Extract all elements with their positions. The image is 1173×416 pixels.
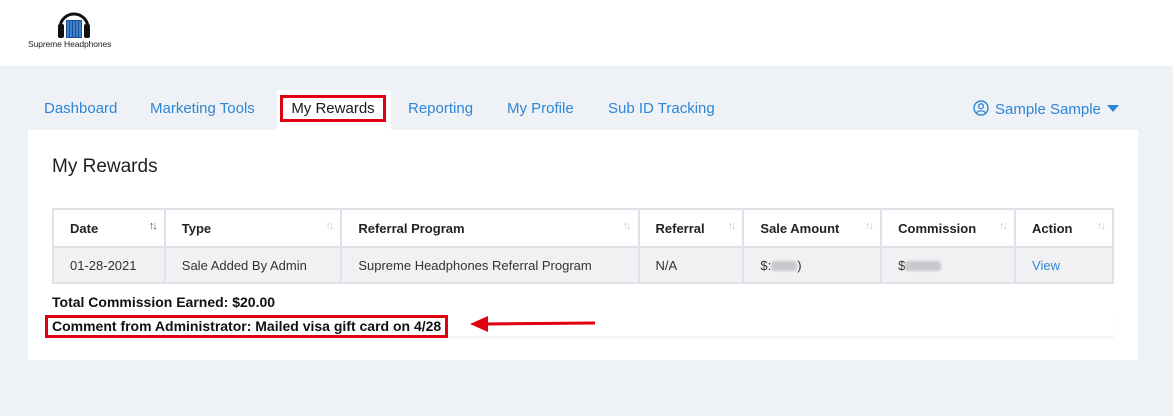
tab-dashboard[interactable]: Dashboard — [44, 100, 117, 117]
column-header-type[interactable]: Type ↑↓ — [163, 208, 343, 248]
total-commission: Total Commission Earned: $20.00 — [52, 294, 276, 310]
table-header-row: Date ↑↓ Type ↑↓ Referral Program ↑↓ Referra… — [52, 208, 1114, 248]
cell-referral-program: Supreme Headphones Referral Program — [340, 246, 640, 284]
highlight-arrow — [470, 316, 596, 332]
user-name: Sample Sample — [995, 101, 1101, 118]
sort-icon: ↑↓ — [325, 220, 334, 232]
cell-referral: N/A — [637, 246, 745, 284]
cell-sale-amount: $:) — [742, 246, 883, 284]
view-link[interactable]: View — [1032, 258, 1060, 273]
brand-logo[interactable]: Supreme Headphones — [28, 10, 128, 54]
page-title: My Rewards — [52, 156, 158, 177]
column-header-commission[interactable]: Commission ↑↓ — [880, 208, 1017, 248]
sort-icon: ↑↓ — [1097, 220, 1106, 232]
brand-name: Supreme Headphones — [28, 39, 112, 49]
tab-sub-id-tracking[interactable]: Sub ID Tracking — [608, 100, 715, 117]
column-header-sale-amount[interactable]: Sale Amount ↑↓ — [742, 208, 883, 248]
tab-marketing-tools[interactable]: Marketing Tools — [150, 100, 255, 117]
sort-icon: ↑↓ — [999, 220, 1008, 232]
chevron-down-icon — [1106, 105, 1119, 112]
column-header-referral[interactable]: Referral ↑↓ — [637, 208, 745, 248]
table-row: 01-28-2021 Sale Added By Admin Supreme H… — [52, 246, 1114, 284]
cell-action: View — [1014, 246, 1114, 284]
cell-date: 01-28-2021 — [52, 246, 166, 284]
cell-commission: $ — [880, 246, 1017, 284]
user-menu[interactable]: Sample Sample — [973, 100, 1119, 118]
tab-reporting[interactable]: Reporting — [408, 100, 473, 117]
user-icon — [973, 100, 989, 116]
sort-icon: ↑↓ — [622, 220, 632, 232]
admin-comment: Comment from Administrator: Mailed visa … — [45, 315, 449, 338]
sort-icon: ↑↓ — [148, 220, 158, 232]
column-header-date[interactable]: Date ↑↓ — [52, 208, 166, 248]
rewards-table: Date ↑↓ Type ↑↓ Referral Program ↑↓ Referra… — [52, 208, 1114, 284]
header-bar: Supreme Headphones — [0, 0, 1173, 66]
main-nav: Dashboard Marketing Tools My Rewards Rep… — [0, 90, 1173, 130]
tab-my-profile[interactable]: My Profile — [507, 100, 574, 117]
sort-icon: ↑↓ — [727, 220, 736, 232]
column-header-referral-program[interactable]: Referral Program ↑↓ — [340, 208, 640, 248]
redacted-value — [905, 261, 942, 272]
column-header-action[interactable]: Action ↑↓ — [1014, 208, 1114, 248]
sort-icon: ↑↓ — [865, 220, 874, 232]
cell-type: Sale Added By Admin — [163, 246, 343, 284]
headphones-icon — [58, 12, 90, 38]
tab-my-rewards[interactable]: My Rewards — [280, 95, 386, 122]
redacted-value — [771, 261, 798, 272]
